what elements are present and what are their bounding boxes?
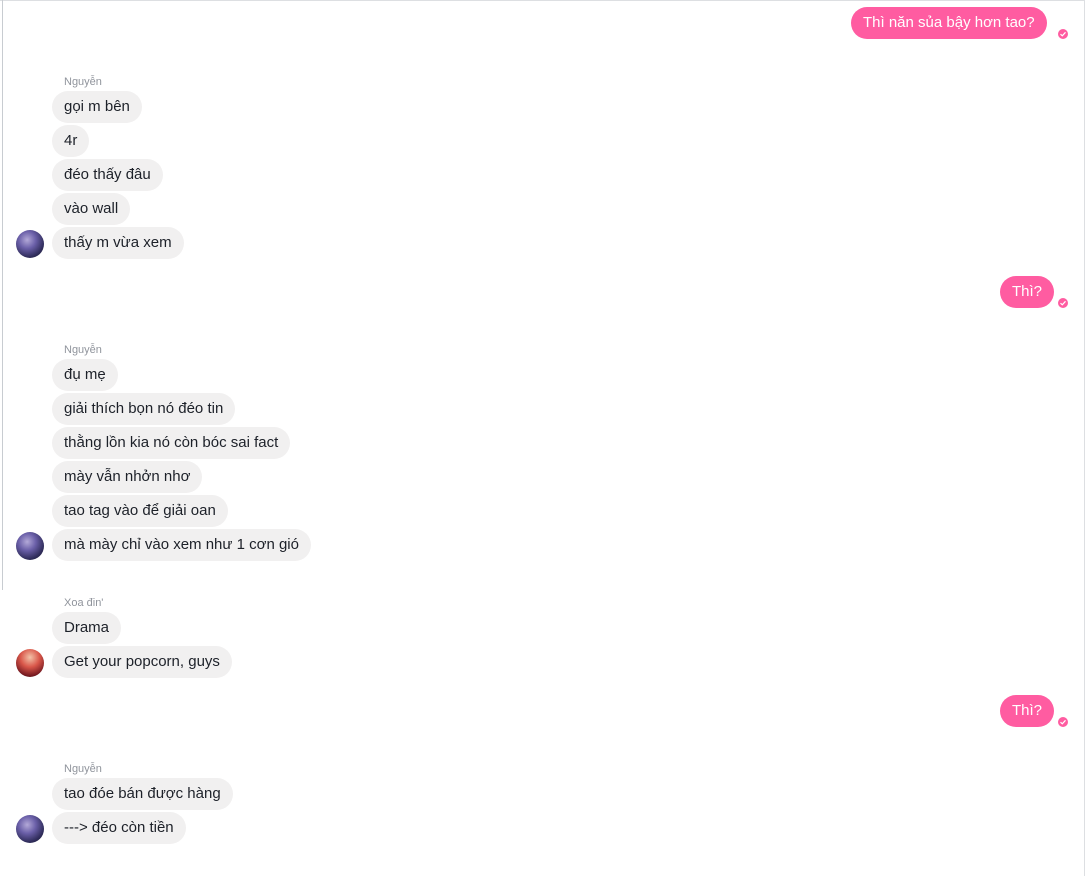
check-circle-icon	[1058, 29, 1068, 39]
incoming-message[interactable]: Drama	[52, 612, 122, 644]
incoming-message[interactable]: tao tag vào để giải oan	[52, 495, 228, 527]
check-circle-icon	[1058, 298, 1068, 308]
incoming-message[interactable]: mà mày chỉ vào xem như 1 cơn gió	[52, 529, 311, 561]
outgoing-message[interactable]: Thì năn sủa bậy hơn tao?	[851, 7, 1047, 39]
sender-name: Nguyễn	[64, 344, 102, 356]
user-avatar-icon[interactable]	[16, 649, 44, 677]
incoming-message[interactable]: tao đóe bán được hàng	[52, 778, 233, 810]
incoming-message[interactable]: 4r	[52, 125, 90, 157]
user-avatar-icon[interactable]	[16, 815, 44, 843]
incoming-message[interactable]: mày vẫn nhởn nhơ	[52, 461, 203, 493]
user-avatar-icon[interactable]	[16, 532, 44, 560]
incoming-message[interactable]: ---> đéo còn tiền	[52, 812, 186, 844]
sender-name: Xoa đin'	[64, 597, 104, 609]
incoming-message[interactable]: giải thích bọn nó đéo tin	[52, 393, 236, 425]
incoming-message[interactable]: đéo thấy đâu	[52, 159, 163, 191]
user-avatar-icon[interactable]	[16, 230, 44, 258]
incoming-message[interactable]: gọi m bên	[52, 91, 142, 123]
sender-name: Nguyễn	[64, 76, 102, 88]
sender-name: Nguyễn	[64, 763, 102, 775]
incoming-message[interactable]: đụ mẹ	[52, 359, 118, 391]
check-circle-icon	[1058, 717, 1068, 727]
outgoing-message[interactable]: Thì?	[1000, 276, 1055, 308]
message-thread[interactable]: Thì năn sủa bậy hơn tao? Nguyễn gọi m bê…	[0, 0, 1083, 876]
outgoing-message[interactable]: Thì?	[1000, 695, 1055, 727]
incoming-message[interactable]: thằng lồn kia nó còn bóc sai fact	[52, 427, 291, 459]
incoming-message[interactable]: Get your popcorn, guys	[52, 646, 232, 678]
incoming-message[interactable]: vào wall	[52, 193, 131, 225]
incoming-message[interactable]: thấy m vừa xem	[52, 227, 184, 259]
